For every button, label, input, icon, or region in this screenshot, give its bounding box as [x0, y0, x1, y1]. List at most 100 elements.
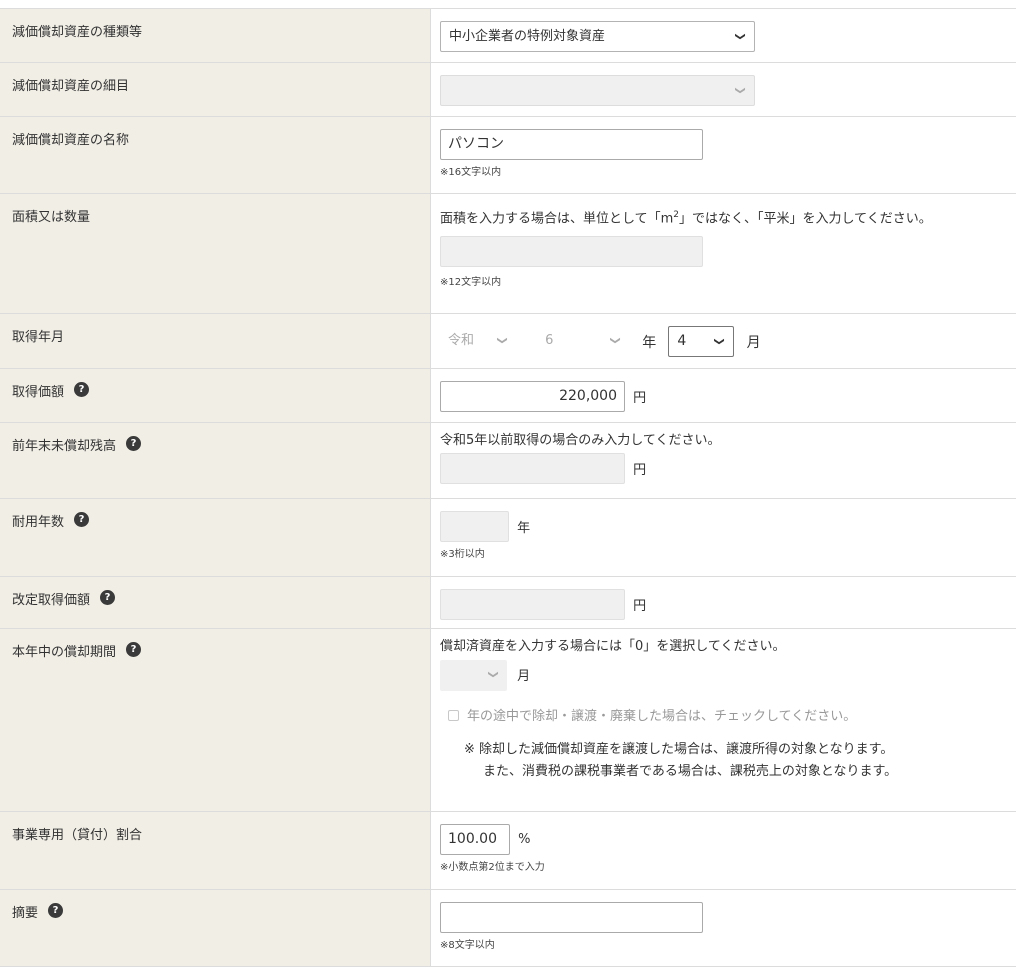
disposal-checkbox-label: 年の途中で除却・譲渡・廃棄した場合は、チェックしてください。	[467, 709, 857, 724]
disposal-checkbox-row[interactable]: 年の途中で除却・譲渡・廃棄した場合は、チェックしてください。	[440, 705, 1016, 724]
chevron-down-icon: ❯	[734, 32, 746, 41]
chevron-down-icon: ❯	[609, 336, 621, 345]
acquisition-price-label: 取得価額	[12, 385, 65, 400]
business-ratio-content: 100.00 % ※小数点第2位まで入力	[431, 812, 1016, 889]
year-select[interactable]: 6 ❯	[537, 326, 630, 357]
business-ratio-label: 事業専用（貸付）割合	[12, 828, 143, 843]
help-icon[interactable]: ?	[74, 382, 90, 397]
revised-price-label: 改定取得価額	[12, 593, 91, 608]
row-acquisition-date: 取得年月 令和 ❯ 6 ❯ 年 4 ❯ 月	[0, 314, 1016, 369]
area-quantity-label: 面積又は数量	[12, 210, 91, 225]
month-unit: 月	[746, 334, 761, 351]
remarks-label-cell: 摘要 ?	[0, 890, 431, 966]
month-select[interactable]: 4 ❯	[668, 326, 735, 357]
acquisition-price-unit: 円	[633, 391, 647, 406]
help-icon[interactable]: ?	[126, 436, 142, 451]
revised-price-label-cell: 改定取得価額 ?	[0, 577, 431, 628]
prev-balance-content: 令和5年以前取得の場合のみ入力してください。 円	[431, 423, 1016, 498]
era-selected: 令和	[448, 333, 475, 348]
year-unit: 年	[642, 334, 657, 351]
row-acquisition-price: 取得価額 ? 220,000 円	[0, 369, 1016, 423]
asset-type-content: 中小企業者の特例対象資産 ❯	[431, 9, 1016, 62]
acquisition-price-label-cell: 取得価額 ?	[0, 369, 431, 422]
acquisition-date-label: 取得年月	[12, 330, 65, 345]
depreciation-months-select[interactable]: ❯	[440, 660, 507, 691]
business-ratio-label-cell: 事業専用（貸付）割合	[0, 812, 431, 889]
useful-life-label: 耐用年数	[12, 515, 65, 530]
asset-name-label-cell: 減価償却資産の名称	[0, 117, 431, 193]
remarks-input[interactable]	[440, 902, 703, 933]
help-icon[interactable]: ?	[100, 590, 116, 605]
row-area-quantity: 面積又は数量 面積を入力する場合は、単位として「m2」ではなく、「平米」を入力し…	[0, 194, 1016, 314]
asset-detail-label: 減価償却資産の細目	[12, 79, 130, 94]
disposal-warning: ※ 除却した減価償却資産を譲渡した場合は、譲渡所得の対象となります。 また、消費…	[440, 739, 1016, 783]
asset-name-value: パソコン	[448, 136, 504, 152]
prev-balance-input[interactable]	[440, 453, 625, 484]
help-icon[interactable]: ?	[74, 512, 90, 527]
chevron-down-icon: ❯	[734, 86, 746, 95]
useful-life-content: 年 ※3桁以内	[431, 499, 1016, 576]
depreciation-period-content: 償却済資産を入力する場合には「0」を選択してください。 ❯ 月 年の途中で除却・…	[431, 629, 1016, 811]
asset-type-label-cell: 減価償却資産の種類等	[0, 9, 431, 62]
useful-life-unit: 年	[517, 521, 531, 536]
useful-life-input[interactable]	[440, 511, 509, 542]
disposal-warning-line2: また、消費税の課税事業者である場合は、課税売上の対象となります。	[483, 764, 898, 779]
remarks-note: ※8文字以内	[440, 940, 495, 951]
asset-name-label: 減価償却資産の名称	[12, 133, 130, 148]
business-ratio-note: ※小数点第2位まで入力	[440, 862, 545, 873]
area-quantity-note: ※12文字以内	[440, 277, 502, 289]
area-quantity-input[interactable]	[440, 236, 703, 268]
asset-type-selected: 中小企業者の特例対象資産	[449, 29, 606, 44]
prev-balance-instruction: 令和5年以前取得の場合のみ入力してください。	[440, 433, 721, 448]
row-asset-type: 減価償却資産の種類等 中小企業者の特例対象資産 ❯	[0, 9, 1016, 63]
acquisition-date-content: 令和 ❯ 6 ❯ 年 4 ❯ 月	[431, 314, 1016, 368]
prev-balance-label: 前年末未償却残高	[12, 439, 117, 454]
asset-type-select[interactable]: 中小企業者の特例対象資産 ❯	[440, 21, 755, 52]
row-revised-price: 改定取得価額 ? 円	[0, 577, 1016, 629]
depreciation-period-label: 本年中の償却期間	[12, 645, 117, 660]
business-ratio-value: 100.00	[448, 831, 497, 847]
asset-detail-content: ❯	[431, 63, 1016, 116]
remarks-label: 摘要	[12, 906, 39, 921]
acquisition-price-input[interactable]: 220,000	[440, 381, 625, 412]
acquisition-price-value: 220,000	[559, 388, 617, 404]
help-icon[interactable]: ?	[126, 642, 142, 657]
area-quantity-instruction: 面積を入力する場合は、単位として「m2」ではなく、「平米」を入力してください。	[440, 204, 1000, 230]
depreciation-months-unit: 月	[517, 669, 531, 684]
asset-form-table: 減価償却資産の種類等 中小企業者の特例対象資産 ❯ 減価償却資産の細目 ❯ 減価…	[0, 8, 1016, 967]
row-useful-life: 耐用年数 ? 年 ※3桁以内	[0, 499, 1016, 577]
business-ratio-input[interactable]: 100.00	[440, 824, 510, 855]
area-instruction-part2: 」ではなく、「平米」を入力してください。	[679, 211, 932, 227]
year-selected: 6	[545, 333, 554, 348]
row-business-ratio: 事業専用（貸付）割合 100.00 % ※小数点第2位まで入力	[0, 812, 1016, 890]
revised-price-input[interactable]	[440, 589, 625, 620]
help-icon[interactable]: ?	[48, 903, 64, 918]
depreciation-period-instruction: 償却済資産を入力する場合には「0」を選択してください。	[440, 639, 786, 654]
depreciation-period-label-cell: 本年中の償却期間 ?	[0, 629, 431, 811]
prev-balance-label-cell: 前年末未償却残高 ?	[0, 423, 431, 498]
asset-name-content: パソコン ※16文字以内	[431, 117, 1016, 193]
useful-life-label-cell: 耐用年数 ?	[0, 499, 431, 576]
area-quantity-content: 面積を入力する場合は、単位として「m2」ではなく、「平米」を入力してください。 …	[431, 194, 1016, 313]
useful-life-note: ※3桁以内	[440, 549, 485, 560]
row-asset-detail: 減価償却資産の細目 ❯	[0, 63, 1016, 117]
asset-name-input[interactable]: パソコン	[440, 129, 703, 160]
row-depreciation-period: 本年中の償却期間 ? 償却済資産を入力する場合には「0」を選択してください。 ❯…	[0, 629, 1016, 812]
asset-detail-select[interactable]: ❯	[440, 75, 755, 106]
disposal-warning-line1: ※ 除却した減価償却資産を譲渡した場合は、譲渡所得の対象となります。	[464, 742, 894, 757]
chevron-down-icon: ❯	[487, 670, 499, 679]
remarks-content: ※8文字以内	[431, 890, 1016, 966]
row-prev-balance: 前年末未償却残高 ? 令和5年以前取得の場合のみ入力してください。 円	[0, 423, 1016, 499]
month-selected: 4	[677, 333, 687, 349]
asset-detail-label-cell: 減価償却資産の細目	[0, 63, 431, 116]
area-quantity-label-cell: 面積又は数量	[0, 194, 431, 313]
acquisition-price-content: 220,000 円	[431, 369, 1016, 422]
prev-balance-unit: 円	[633, 462, 647, 478]
era-select[interactable]: 令和 ❯	[440, 326, 516, 357]
revised-price-unit: 円	[633, 599, 647, 614]
asset-type-label: 減価償却資産の種類等	[12, 25, 143, 40]
disposal-checkbox[interactable]	[448, 710, 459, 721]
row-asset-name: 減価償却資産の名称 パソコン ※16文字以内	[0, 117, 1016, 194]
asset-name-note: ※16文字以内	[440, 167, 502, 178]
revised-price-content: 円	[431, 577, 1016, 628]
